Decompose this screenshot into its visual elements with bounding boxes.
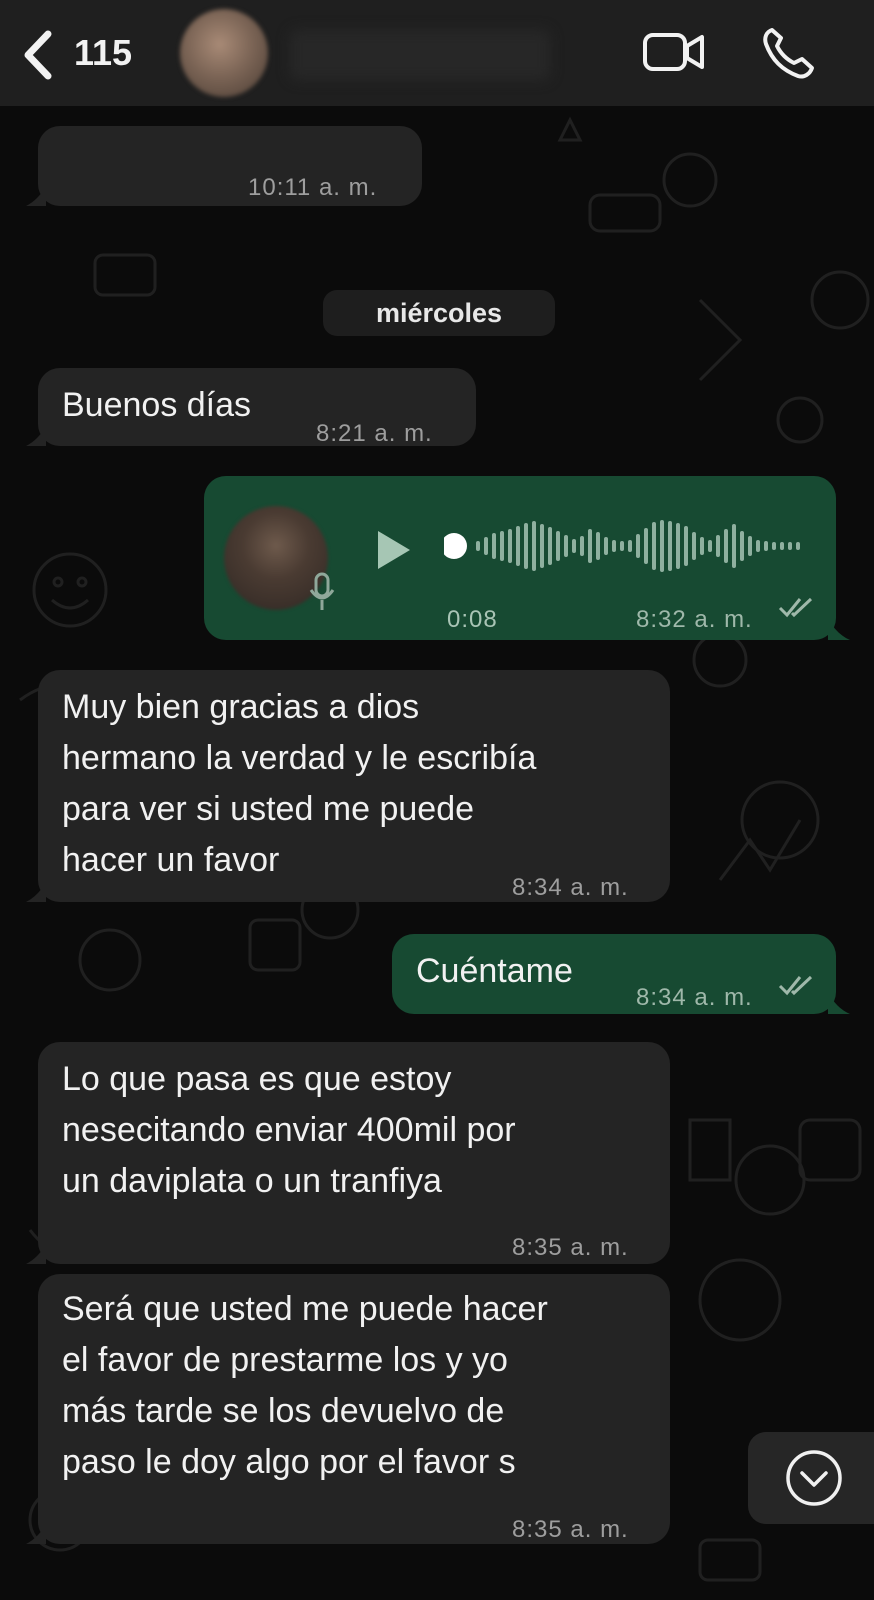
- contact-name-redacted[interactable]: [290, 30, 550, 80]
- incoming-message[interactable]: Buenos días 8:21 a. m.: [26, 368, 476, 447]
- outgoing-message[interactable]: Cuéntame 8:34 a. m.: [392, 934, 850, 1014]
- phone-icon: [763, 28, 814, 79]
- message-time: 8:21 a. m.: [316, 420, 433, 447]
- voice-call-button[interactable]: [760, 24, 816, 80]
- message-text: Lo que pasa es que estoy nesecitando env…: [62, 1060, 516, 1200]
- message-time: 8:35 a. m.: [512, 1516, 629, 1543]
- microphone-icon: [309, 572, 335, 610]
- voice-waveform[interactable]: [444, 516, 814, 576]
- outgoing-voice-message[interactable]: 0:08 8:32 a. m.: [204, 476, 850, 640]
- scroll-to-bottom-button[interactable]: [748, 1432, 874, 1524]
- back-button[interactable]: [18, 28, 58, 82]
- message-time: 8:32 a. m.: [636, 606, 753, 633]
- incoming-message[interactable]: Será que usted me puede hacer el favor d…: [26, 1274, 670, 1544]
- video-call-button[interactable]: [642, 30, 706, 74]
- incoming-message[interactable]: Lo que pasa es que estoy nesecitando env…: [26, 1042, 670, 1264]
- incoming-message[interactable]: Muy bien gracias a dios hermano la verda…: [26, 670, 670, 902]
- message-text: Cuéntame: [416, 952, 573, 990]
- message-time: 8:35 a. m.: [512, 1234, 629, 1261]
- video-camera-icon: [643, 33, 704, 71]
- chevron-left-icon: [24, 30, 52, 80]
- day-separator: miércoles: [323, 290, 555, 336]
- contact-avatar[interactable]: [180, 9, 268, 97]
- play-button[interactable]: [374, 528, 414, 587]
- message-time: 8:34 a. m.: [512, 874, 629, 901]
- unread-count[interactable]: 115: [74, 32, 132, 74]
- read-receipt-icon: [778, 597, 813, 618]
- message-text: Será que usted me puede hacer el favor d…: [62, 1290, 548, 1481]
- voice-duration: 0:08: [447, 606, 498, 633]
- message-time: 10:11 a. m.: [248, 174, 378, 201]
- incoming-message[interactable]: 10:11 a. m.: [26, 126, 422, 206]
- chat-header: 115: [0, 0, 874, 106]
- message-text: Buenos días: [62, 386, 252, 424]
- message-text: Muy bien gracias a dios hermano la verda…: [62, 688, 537, 879]
- chevron-down-circle-icon: [786, 1450, 842, 1506]
- message-time: 8:34 a. m.: [636, 984, 753, 1011]
- play-icon: [378, 531, 410, 569]
- read-receipt-icon: [778, 975, 813, 996]
